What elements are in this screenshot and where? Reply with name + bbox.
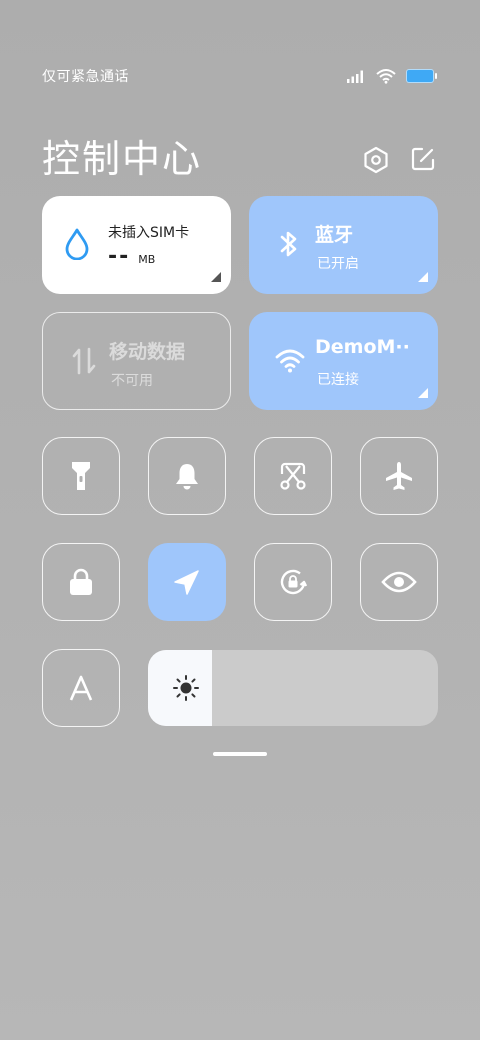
- brightness-slider[interactable]: [148, 650, 438, 726]
- bell-icon: [176, 464, 198, 490]
- battery-icon: [406, 69, 437, 83]
- wifi-tile[interactable]: DemoM·· 已连接: [249, 312, 438, 410]
- bluetooth-tile[interactable]: 蓝牙 已开启: [249, 196, 438, 294]
- data-usage-unit: MB: [138, 253, 156, 266]
- wifi-status: 已连接: [317, 372, 359, 388]
- data-usage-title: 未插入SIM卡: [108, 225, 190, 241]
- drag-handle[interactable]: [213, 752, 267, 756]
- eye-icon: [381, 571, 417, 593]
- expand-corner-icon: [211, 272, 221, 282]
- auto-rotate-toggle[interactable]: [254, 543, 332, 621]
- sun-icon: [173, 675, 199, 701]
- wifi-title: DemoM··: [315, 336, 410, 358]
- water-drop-icon: [65, 228, 89, 260]
- bluetooth-icon: [280, 231, 297, 257]
- location-arrow-icon: [174, 570, 199, 595]
- wifi-icon: [376, 69, 396, 84]
- expand-corner-icon: [418, 388, 428, 398]
- edit-icon[interactable]: [410, 146, 436, 172]
- status-carrier-text: 仅可紧急通话: [42, 69, 129, 85]
- rotate-lock-icon: [280, 569, 308, 595]
- letter-a-icon: [69, 675, 93, 701]
- data-usage-tile[interactable]: 未插入SIM卡 -- MB: [42, 196, 231, 294]
- airplane-toggle[interactable]: [360, 437, 438, 515]
- scissors-icon: [280, 462, 306, 490]
- auto-brightness-toggle[interactable]: [42, 649, 120, 727]
- page-title: 控制中心: [42, 137, 203, 181]
- location-toggle[interactable]: [148, 543, 226, 621]
- bluetooth-status: 已开启: [317, 256, 359, 272]
- signal-icon: [347, 70, 363, 83]
- flashlight-toggle[interactable]: [42, 437, 120, 515]
- mobile-data-tile[interactable]: 移动数据 不可用: [42, 312, 231, 410]
- mobile-data-status: 不可用: [111, 373, 153, 389]
- hexagon-settings-icon[interactable]: [362, 146, 390, 174]
- expand-corner-icon: [418, 272, 428, 282]
- wifi-icon: [275, 349, 305, 373]
- status-icons: [346, 68, 437, 84]
- lock-icon: [70, 568, 92, 595]
- mobile-data-title: 移动数据: [109, 341, 186, 363]
- flashlight-icon: [72, 462, 90, 490]
- airplane-icon: [386, 462, 412, 490]
- bluetooth-title: 蓝牙: [315, 224, 354, 246]
- lock-screen-toggle[interactable]: [42, 543, 120, 621]
- data-usage-value: --: [108, 244, 131, 269]
- mute-toggle[interactable]: [148, 437, 226, 515]
- screenshot-toggle[interactable]: [254, 437, 332, 515]
- reading-mode-toggle[interactable]: [360, 543, 438, 621]
- data-transfer-arrows-icon: [72, 347, 96, 375]
